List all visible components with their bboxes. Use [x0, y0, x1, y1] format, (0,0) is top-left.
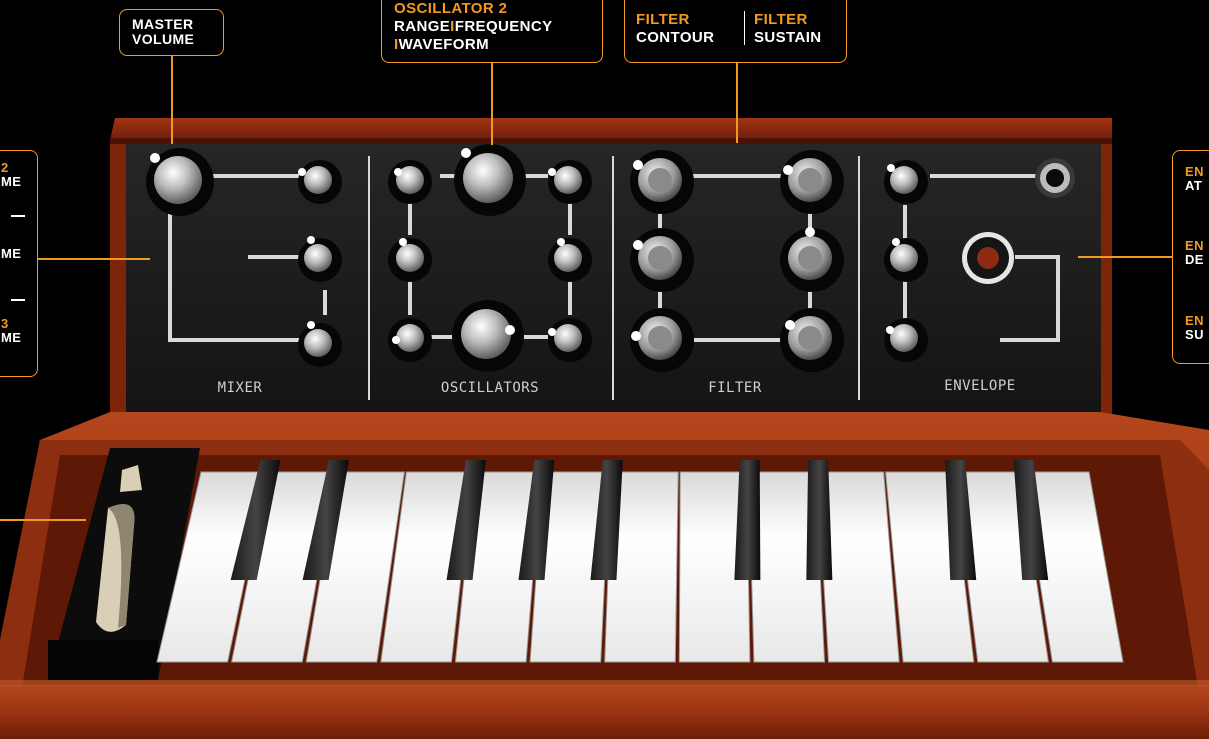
leader-filter: [736, 63, 738, 143]
callout-filter-contour: CONTOUR: [636, 29, 715, 46]
leader-envelope: [1078, 256, 1172, 258]
callout-master-line1: MASTER: [132, 16, 194, 32]
callout-osc2-line3: IWAVEFORM: [394, 36, 602, 54]
callout-mixer-item-3: 3 ME: [1, 316, 22, 345]
section-label-envelope: ENVELOPE: [944, 378, 1016, 394]
leader-mixer: [38, 258, 150, 260]
leader-master-volume: [171, 56, 173, 144]
callout-mixer-item-1: 2 ME: [1, 160, 22, 189]
leader-pitch-wheel: [0, 519, 86, 521]
callout-osc2-waveform: WAVEFORM: [398, 36, 489, 53]
callout-filter-contour-title: FILTER: [636, 11, 690, 28]
callout-osc2-frequency: FREQUENCY: [454, 18, 553, 35]
callout-envelope-item-2: EN DE: [1185, 238, 1204, 267]
callout-envelope-item-1: EN AT: [1185, 164, 1204, 193]
callout-master-line2: VOLUME: [132, 31, 195, 47]
black-key[interactable]: [806, 460, 833, 580]
leader-oscillator2: [491, 63, 493, 145]
callout-filter-contour-col: FILTER CONTOUR: [636, 11, 744, 47]
callout-osc2-range: RANGE: [394, 18, 451, 35]
callout-filter-sustain-title: FILTER: [754, 11, 808, 28]
callout-filter-sustain-col: FILTER SUSTAIN: [744, 11, 822, 46]
callout-filter-sustain: SUSTAIN: [754, 29, 822, 46]
callout-oscillator2: OSCILLATOR 2 RANGEIFREQUENCY IWAVEFORM: [381, 0, 603, 63]
callout-filter: FILTER CONTOUR FILTER SUSTAIN: [624, 0, 847, 63]
callout-mixer-item-2: ME: [1, 246, 22, 261]
callout-osc2-line2: RANGEIFREQUENCY: [394, 18, 602, 36]
callout-osc2-title: OSCILLATOR 2: [394, 0, 508, 17]
section-label-oscillators: OSCILLATORS: [440, 380, 540, 396]
section-label-filter: FILTER: [708, 380, 762, 396]
section-label-mixer: MIXER: [217, 380, 263, 396]
callout-mixer-volumes: 2 ME ME 3 ME: [0, 150, 38, 377]
callout-master-volume: MASTER VOLUME: [119, 9, 224, 56]
keyboard[interactable]: [0, 0, 1209, 739]
callout-envelope-item-3: EN SU: [1185, 313, 1204, 342]
callout-envelope: EN AT EN DE EN SU: [1172, 150, 1209, 364]
